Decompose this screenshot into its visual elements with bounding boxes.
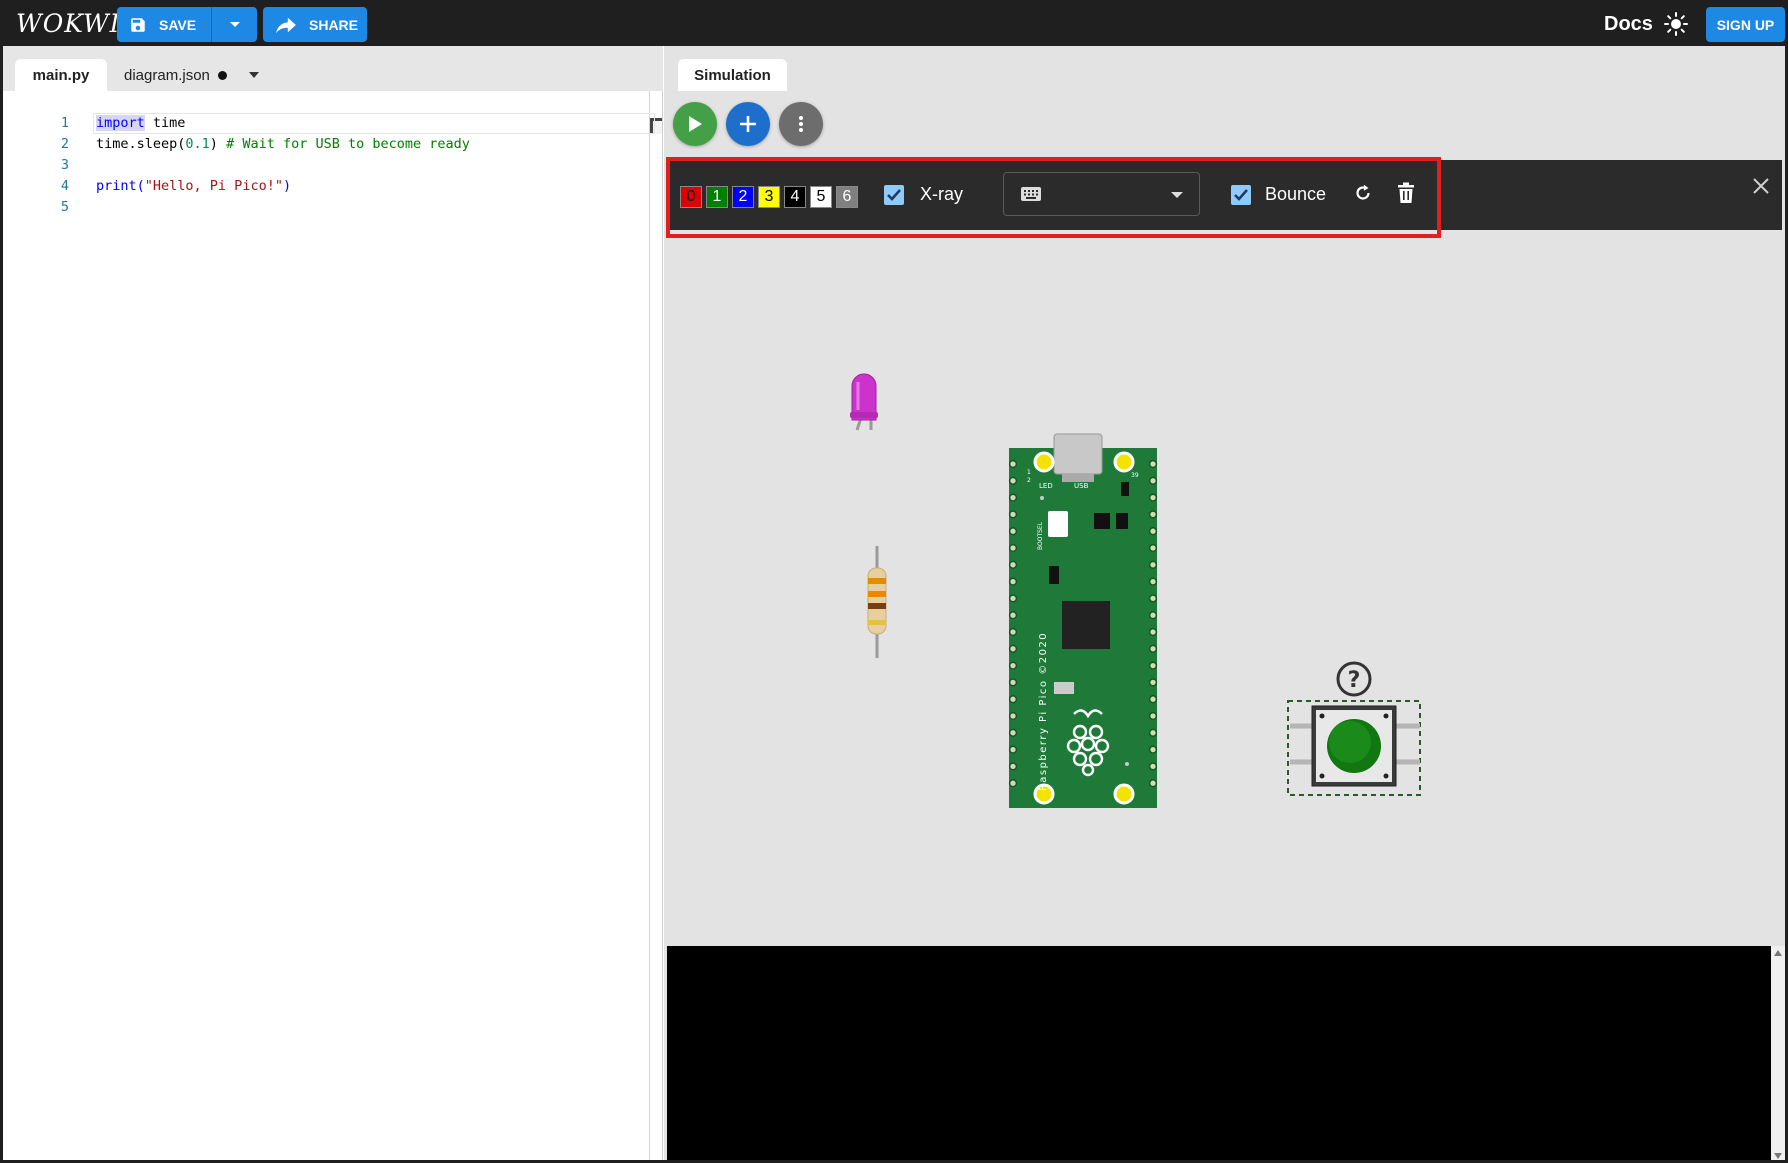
pico-usb-label: USB (1074, 482, 1089, 490)
pico-pin[interactable] (1008, 560, 1018, 569)
serial-scrollbar[interactable] (1771, 946, 1785, 1160)
pushbutton-part[interactable]: ? (1287, 661, 1421, 796)
pico-pin[interactable] (1008, 627, 1018, 637)
pico-pin[interactable] (1148, 594, 1158, 603)
pico-pin-39-label: 39 (1131, 472, 1139, 479)
pico-pin[interactable] (1148, 476, 1158, 485)
pico-pin[interactable] (1148, 627, 1158, 637)
pico-pin[interactable] (1008, 510, 1018, 519)
close-icon[interactable] (1752, 177, 1770, 195)
pico-pin[interactable] (1008, 728, 1018, 737)
tab-diagram-json[interactable]: diagram.json (124, 59, 227, 91)
line-content: import time (96, 115, 186, 131)
pico-pin[interactable] (1148, 695, 1158, 704)
pico-pin[interactable] (1148, 527, 1158, 536)
led-part[interactable] (850, 373, 878, 431)
pico-pin[interactable] (1008, 678, 1018, 687)
save-options-button[interactable] (212, 7, 257, 42)
pico-pin[interactable] (1148, 644, 1158, 653)
pico-pin[interactable] (1008, 527, 1018, 536)
unsaved-dot-icon (217, 70, 227, 80)
share-label: SHARE (309, 16, 359, 33)
pico-pin[interactable] (1148, 510, 1158, 519)
pico-pin[interactable] (1148, 560, 1158, 569)
pico-pin[interactable] (1008, 745, 1018, 754)
pico-pin-2-label: 2 (1027, 477, 1031, 484)
tab-menu-caret-icon[interactable] (249, 72, 259, 78)
pico-pin[interactable] (1008, 695, 1018, 704)
line-content: print("Hello, Pi Pico!") (96, 178, 292, 194)
pico-pin[interactable] (1008, 543, 1018, 553)
pico-pin[interactable] (1008, 493, 1018, 502)
editor-ruler (649, 91, 650, 1160)
line-number: 4 (60, 178, 69, 194)
pico-board-name: Raspberry Pi Pico ©2020 (1038, 632, 1049, 791)
share-arrow-icon (276, 17, 296, 33)
pico-pin-1-label: 1 (1027, 469, 1031, 476)
pico-led-label: LED (1039, 482, 1053, 490)
chevron-down-icon (229, 21, 240, 27)
pico-bootsel-label: BOOTSEL (1037, 521, 1044, 550)
code-line[interactable]: 2 time.sleep(0.1) # Wait for USB to becom… (3, 134, 653, 155)
code-editor-pane: main.py diagram.json 1 import time 2 time.s… (3, 46, 663, 1160)
pico-pin[interactable] (1008, 762, 1018, 771)
editor-tab-bar: main.py diagram.json (3, 46, 663, 91)
save-button-group: SAVE (117, 7, 257, 42)
code-line[interactable]: 5 (3, 197, 653, 218)
code-line[interactable]: 1 import time (3, 113, 655, 134)
scroll-down-icon[interactable] (1774, 1153, 1782, 1159)
code-line[interactable]: 3 (3, 155, 653, 176)
raspberry-pi-pico-part[interactable]: LED USB 1 2 39 BOOTSEL Raspberry Pi Pico… (1008, 433, 1158, 808)
pico-pin[interactable] (1008, 611, 1018, 620)
top-bar: WOKWI SAVE SHARE Docs SIGN UP (3, 3, 1785, 46)
scroll-up-icon[interactable] (1774, 950, 1782, 956)
line-number: 3 (60, 157, 69, 173)
help-mark-icon: ? (1348, 668, 1361, 693)
wokwi-logo[interactable]: WOKWI (16, 9, 121, 38)
pico-pin[interactable] (1008, 476, 1018, 485)
pico-pin[interactable] (1008, 594, 1018, 603)
line-number: 2 (60, 136, 69, 152)
pico-pin[interactable] (1148, 661, 1158, 670)
pico-pin[interactable] (1148, 678, 1158, 687)
resistor-part[interactable] (867, 546, 887, 658)
pico-pin[interactable] (1008, 644, 1018, 653)
tab-label: main.py (32, 66, 90, 84)
line-number: 1 (60, 115, 69, 131)
pico-pin[interactable] (1148, 459, 1158, 469)
pico-pin[interactable] (1008, 661, 1018, 670)
code-line[interactable]: 4 print("Hello, Pi Pico!") (3, 176, 653, 197)
pico-pin[interactable] (1148, 543, 1158, 553)
serial-monitor[interactable] (667, 946, 1785, 1160)
save-button[interactable]: SAVE (117, 7, 212, 42)
pico-pin[interactable] (1148, 762, 1158, 771)
pico-pin[interactable] (1148, 711, 1158, 721)
pico-pin[interactable] (1148, 577, 1158, 586)
pico-pin[interactable] (1148, 728, 1158, 737)
line-number: 5 (60, 199, 69, 215)
share-button[interactable]: SHARE (263, 7, 367, 42)
pico-pin[interactable] (1148, 611, 1158, 620)
tab-main-py[interactable]: main.py (15, 59, 107, 91)
sign-up-button[interactable]: SIGN UP (1706, 7, 1785, 42)
toolbar-highlight-box (666, 157, 1441, 238)
pico-pin[interactable] (1008, 459, 1018, 469)
floppy-icon (131, 17, 145, 32)
pico-pin[interactable] (1148, 779, 1158, 788)
code-area[interactable]: 1 import time 2 time.sleep(0.1) # Wait for … (3, 113, 655, 218)
pico-pin[interactable] (1008, 779, 1018, 788)
pico-pin[interactable] (1008, 577, 1018, 586)
pico-pin[interactable] (1008, 711, 1018, 721)
pico-pin[interactable] (1148, 745, 1158, 754)
sun-icon[interactable] (1664, 12, 1688, 36)
save-label: SAVE (159, 16, 197, 33)
docs-link[interactable]: Docs (1604, 13, 1653, 36)
tab-label: diagram.json (124, 66, 210, 84)
pico-pin[interactable] (1148, 493, 1158, 502)
wokwi-window: WOKWI SAVE SHARE Docs SIGN UP main.py di… (0, 0, 1788, 1163)
line-content: time.sleep(0.1) # Wait for USB to become… (96, 136, 470, 152)
